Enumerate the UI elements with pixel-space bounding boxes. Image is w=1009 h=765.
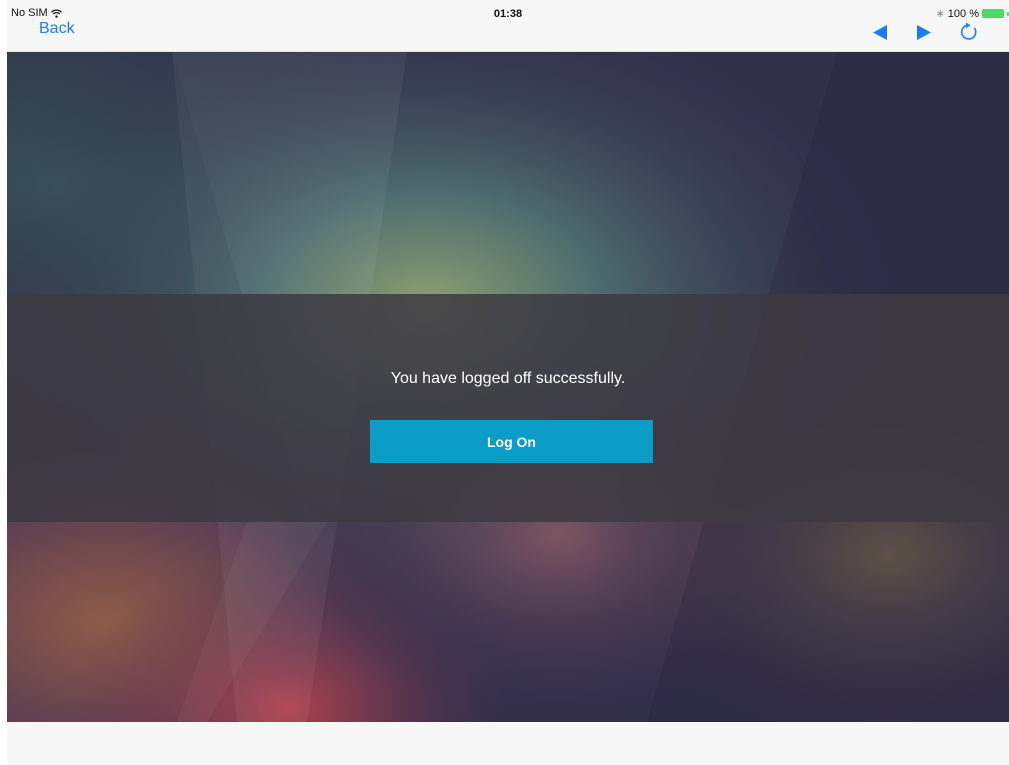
next-arrow-icon[interactable] — [917, 25, 931, 45]
bottom-blank-area — [7, 722, 1009, 765]
logoff-panel: You have logged off successfully. Log On — [7, 294, 1009, 522]
ipad-screen: No SIM 01:38 ∗ 100 % Back You have logge… — [7, 0, 1009, 765]
battery-icon — [982, 9, 1004, 18]
logoff-message: You have logged off successfully. — [390, 370, 626, 387]
refresh-icon[interactable] — [959, 22, 979, 47]
web-content: You have logged off successfully. Log On — [7, 52, 1009, 722]
log-on-button[interactable]: Log On — [370, 420, 653, 463]
status-right: ∗ 100 % — [936, 7, 1009, 20]
browser-toolbar: No SIM 01:38 ∗ 100 % Back — [7, 0, 1009, 52]
bluetooth-icon: ∗ — [935, 8, 945, 20]
status-time: 01:38 — [493, 8, 523, 20]
battery-percent: 100 % — [947, 7, 979, 20]
prev-arrow-icon[interactable] — [873, 25, 887, 45]
back-button[interactable]: Back — [39, 20, 75, 38]
